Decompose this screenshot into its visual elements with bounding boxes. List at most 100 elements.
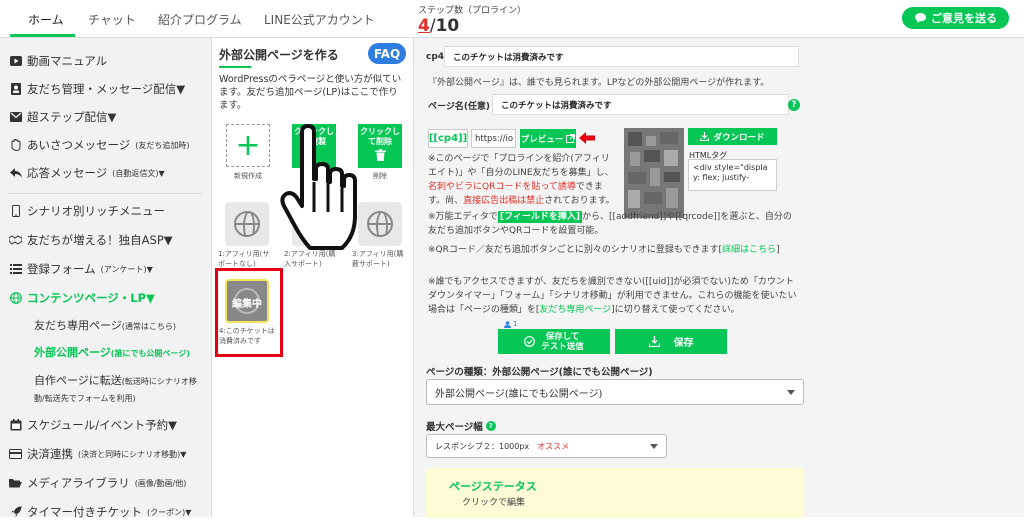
tag-code[interactable]: [[cp4]] <box>428 129 468 148</box>
sidebar-item-auto-reply[interactable]: 応答メッセージ (自動返信文)▼ <box>9 165 165 181</box>
page-list-panel: 外部公開ページを作る FAQ WordPressのペラページと使い方が似ています… <box>212 38 414 517</box>
sidebar-sub-label: 自作ページに転送 <box>34 374 122 387</box>
cp-value-field[interactable]: このチケットは消費済みです <box>444 46 799 67</box>
sidebar-item-media-library[interactable]: メディアライブラリ (画像/動画/他) <box>9 475 186 491</box>
sidebar-item-content-pages[interactable]: コンテンツページ・LP▼ <box>9 290 155 306</box>
external-link-icon <box>566 134 576 143</box>
page-tile-1[interactable] <box>225 202 269 246</box>
friend-page-link[interactable]: 友だち専用ページ <box>539 305 611 315</box>
top-nav-bar: ホーム チャット 紹介プログラム LINE公式アカウント ステップ数（プロライン… <box>0 0 1024 38</box>
page-tile-3[interactable] <box>358 202 402 246</box>
sidebar-item-label: 友だち管理・メッセージ配信▼ <box>27 82 186 96</box>
preview-label: プレビュー <box>520 134 564 145</box>
faq-button[interactable]: FAQ <box>368 43 406 64</box>
page-tile-1-caption: 1:アフィリ用(サポートなし) <box>218 250 270 268</box>
sidebar-item-label: コンテンツページ・LP▼ <box>27 291 155 305</box>
help-icon[interactable]: ? <box>788 99 800 111</box>
download-button[interactable]: ダウンロード <box>688 128 777 145</box>
sidebar-item-label: タイマー付きチケット <box>27 505 142 519</box>
create-new-page-button[interactable]: + <box>226 124 270 167</box>
test-user-count: 1 <box>504 320 517 328</box>
download-icon <box>700 132 710 141</box>
test-user-count-value: 1 <box>513 320 518 328</box>
sidebar-sub-suffix: (通常はこちら) <box>121 322 177 331</box>
sidebar-item-label: スケジュール/イベント予約▼ <box>27 418 177 432</box>
save-and-test-button[interactable]: 保存して テスト送信 <box>498 329 610 354</box>
panel-title-underline <box>219 66 251 68</box>
sidebar-item-suffix: (アンケート)▼ <box>100 264 153 274</box>
plus-icon: + <box>235 128 261 163</box>
list-icon <box>9 263 22 275</box>
sidebar-sub-label: 外部公開ページ <box>34 346 111 359</box>
chevron-down-icon <box>787 390 795 395</box>
page-tile-4[interactable]: 編集中 <box>225 279 269 323</box>
save-label: 保存 <box>673 338 694 349</box>
note-qr-text: ] <box>776 245 780 255</box>
sidebar-item-super-step[interactable]: 超ステップ配信▼ <box>9 109 116 125</box>
sidebar-item-suffix: (クーポン)▼ <box>147 507 192 517</box>
save-button[interactable]: 保存 <box>615 329 727 354</box>
globe-icon <box>367 211 393 237</box>
mail-icon <box>9 111 22 123</box>
create-new-caption: 新規作成 <box>234 172 262 180</box>
sidebar-item-label: 応答メッセージ <box>27 166 108 180</box>
insert-field-tag: [フィールドを挿入] <box>497 211 582 223</box>
sidebar-sub-public-page[interactable]: 外部公開ページ(誰にでも公開ページ) <box>34 345 190 362</box>
sidebar-item-schedule[interactable]: スケジュール/イベント予約▼ <box>9 417 177 433</box>
sidebar-item-friends[interactable]: 友だち管理・メッセージ配信▼ <box>9 81 185 97</box>
page-tile-4-caption: 4:このチケットは消費済みです <box>219 327 275 345</box>
sidebar-item-rich-menu[interactable]: シナリオ別リッチメニュー <box>9 203 165 219</box>
sidebar-sub-friend-page[interactable]: 友だち専用ページ(通常はこちら) <box>34 318 176 335</box>
step-counter: ステップ数（プロライン） 4/10 <box>418 3 526 36</box>
sidebar-item-label: 登録フォーム <box>27 262 96 276</box>
sidebar-item-video-manual[interactable]: 動画マニュアル <box>9 53 107 69</box>
tab-chat[interactable]: チャット <box>88 11 136 28</box>
page-name-input[interactable]: このチケットは消費済みです <box>492 94 789 115</box>
qr-code-image <box>624 128 684 218</box>
sidebar-item-payment[interactable]: 決済連携 (決済と同時にシナリオ移動)▼ <box>9 446 186 462</box>
sidebar-item-suffix: (決済と同時にシナリオ移動)▼ <box>78 449 187 459</box>
tab-line-official[interactable]: LINE公式アカウント <box>264 11 375 28</box>
sidebar-item-asp[interactable]: 友だちが増える！独自ASP▼ <box>9 232 173 248</box>
handshake-icon <box>9 234 22 246</box>
page-status-card[interactable]: ページステータス クリックで編集 <box>426 468 804 518</box>
page-status-title: ページステータス <box>449 480 537 493</box>
feedback-button[interactable]: ご意見を送る <box>902 7 1009 29</box>
sidebar-item-label: 決済連携 <box>27 447 73 461</box>
check-circle-icon <box>524 336 536 347</box>
step-counter-label: ステップ数（プロライン） <box>418 6 527 16</box>
sidebar-sub-label: 友だち専用ページ <box>34 319 122 332</box>
sidebar-item-form[interactable]: 登録フォーム (アンケート)▼ <box>9 261 153 277</box>
smartphone-icon <box>9 205 22 217</box>
sidebar-sub-redirect[interactable]: 自作ページに転送(転送時にシナリオ移動/転送先でフォームを利用) <box>34 373 206 407</box>
editing-badge: 編集中 <box>232 299 262 310</box>
html-tag-textarea[interactable]: <div style="display: flex; justify- <box>688 159 777 191</box>
save-and-test-label: 保存して テスト送信 <box>541 331 584 352</box>
step-current: 4 <box>418 16 430 36</box>
tab-home[interactable]: ホーム <box>28 11 64 28</box>
sidebar-item-ticket[interactable]: タイマー付きチケット (クーポン)▼ <box>9 504 191 520</box>
tab-referral[interactable]: 紹介プログラム <box>158 11 242 28</box>
folder-open-icon <box>9 477 22 489</box>
sidebar-item-greeting[interactable]: あいさつメッセージ (友だち追加時) <box>9 137 190 153</box>
active-tab-indicator <box>10 34 75 37</box>
panel-description: WordPressのペラページと使い方が似ています。友だち追加ページ(LP)はこ… <box>219 74 402 111</box>
panel-title: 外部公開ページを作る <box>219 48 339 62</box>
delete-button[interactable]: クリックして削除 <box>358 124 402 168</box>
help-icon[interactable]: ? <box>485 421 496 431</box>
chevron-down-icon <box>650 444 658 449</box>
page-status-subtitle: クリックで編集 <box>462 498 526 508</box>
max-width-select[interactable]: レスポンシブ２：1000px オススメ <box>426 434 667 458</box>
sidebar-item-label: 友だちが増える！独自ASP▼ <box>27 233 173 247</box>
preview-button[interactable]: プレビュー <box>520 129 576 148</box>
max-width-label: 最大ページ幅 <box>426 422 483 433</box>
delete-label: クリックして削除 <box>360 127 400 146</box>
sidebar-sub-suffix: (誰にでも公開ページ) <box>110 349 190 358</box>
page-type-select[interactable]: 外部公開ページ(誰にでも公開ページ) <box>426 379 804 405</box>
sidebar-item-label: あいさつメッセージ <box>27 138 131 152</box>
delete-caption: 削除 <box>373 172 387 180</box>
details-link[interactable]: 詳細はこちら <box>722 245 776 255</box>
sidebar: 動画マニュアル 友だち管理・メッセージ配信▼ 超ステップ配信▼ あいさつメッセー… <box>0 38 212 520</box>
reply-icon <box>9 167 22 179</box>
page-url-field[interactable]: https://io <box>471 129 516 148</box>
